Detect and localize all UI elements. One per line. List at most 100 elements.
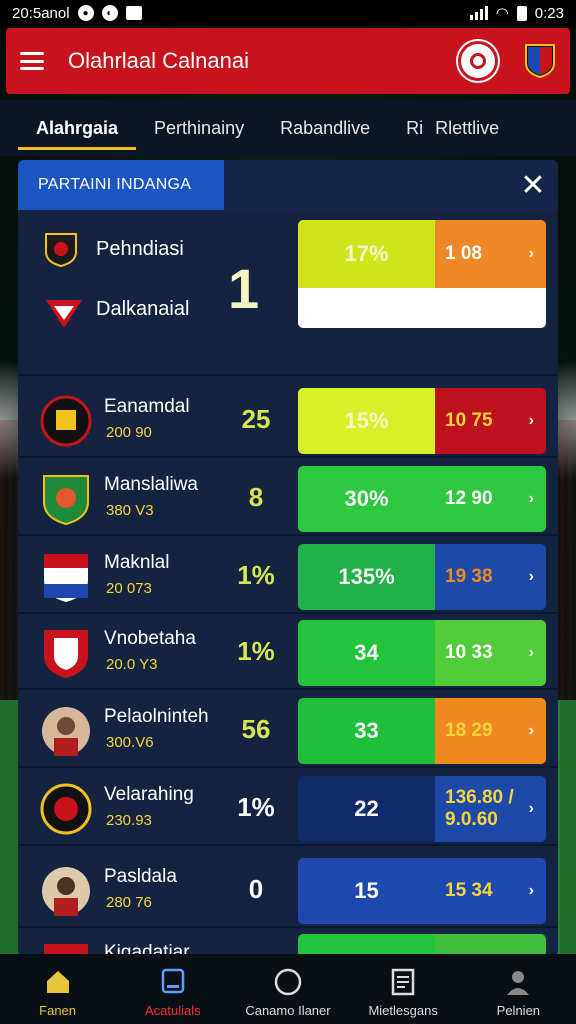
player-avatar (42, 707, 90, 756)
nav-label-chat: Acatulials (144, 1003, 201, 1018)
stat-bar[interactable]: 135% 19 38 › (298, 544, 546, 610)
row-right-value: 10 75 (445, 410, 493, 431)
chevron-right-icon[interactable]: › (529, 490, 534, 508)
club-crest-icon[interactable] (458, 41, 498, 81)
stat-bar[interactable]: 15% 10 75 › (298, 388, 546, 454)
row-right-value: 136.80 / 9.0.60 (445, 787, 514, 830)
shield-crest-icon (40, 395, 92, 447)
nav-item-profile[interactable]: Pelnien (463, 967, 573, 1018)
red-blue-crest-icon (44, 554, 88, 602)
team-stat: 20.0 Y3 (106, 656, 158, 673)
message-icon (125, 6, 142, 20)
stat-bar[interactable]: 33 14 30 › (298, 934, 546, 956)
bottom-nav: Fanen Acatulials Canamo Ilaner Mietlesga… (0, 954, 576, 1024)
table-row[interactable]: Eanamdal 200 90 25 15% 10 75 › (18, 382, 558, 458)
featured-bar-footer (298, 288, 546, 328)
chevron-right-icon[interactable]: › (529, 568, 534, 586)
table-row[interactable]: Kigadatiar 130.93 71 33 14 30 › (18, 928, 558, 956)
player-avatar (42, 867, 90, 916)
chevron-right-icon[interactable]: › (529, 722, 534, 740)
nav-item-home[interactable]: Fanen (3, 967, 113, 1018)
team-stat: 380 V3 (106, 502, 154, 519)
wifi-icon: ◠ (495, 5, 509, 22)
team-name: Eanamdal (104, 396, 190, 417)
row-left-value: 34 (298, 620, 435, 686)
row-left-value: 30% (298, 466, 435, 532)
chat-icon (161, 968, 185, 994)
eagle-crest-icon (44, 630, 88, 678)
app-bar: Olahrlaal Calnanai (6, 28, 570, 94)
featured-left-value: 17% (298, 220, 435, 288)
row-right-value: 18 29 (445, 720, 493, 741)
chevron-right-icon[interactable]: › (529, 412, 534, 430)
panel-title: PARTAINI INDANGA (18, 160, 224, 210)
team-points: 1% (237, 560, 275, 590)
table-row[interactable]: Manslaliwa 380 V3 8 30% 12 90 › (18, 460, 558, 536)
menu-icon[interactable] (20, 52, 44, 70)
nav-item-chat[interactable]: Acatulials (118, 967, 228, 1018)
table-row[interactable]: Vnobetaha 20.0 Y3 1% 34 10 33 › (18, 614, 558, 690)
circle-icon (274, 968, 302, 996)
stat-bar[interactable]: 15 15 34 › (298, 858, 546, 924)
nav-label-documents: Mietlesgans (368, 1003, 438, 1018)
tab-ri[interactable]: Ri (388, 100, 427, 156)
gold-crest-icon (40, 783, 92, 835)
nav-item-circle[interactable]: Canamo Ilaner (233, 967, 343, 1018)
chevron-right-icon[interactable]: › (529, 882, 534, 900)
team-name: Manslaliwa (104, 474, 198, 495)
row-left-value: 15% (298, 388, 435, 454)
team-stat: 280 76 (106, 894, 152, 911)
team-points: 8 (248, 482, 264, 512)
team-a-crest-icon (45, 233, 77, 268)
team-shield-icon[interactable] (524, 43, 556, 79)
team-points: 56 (241, 714, 271, 744)
table-row[interactable]: Velarahing 230.93 1% 22 136.80 / 9.0.60 … (18, 770, 558, 846)
team-b-name: Dalkanaial (96, 298, 190, 320)
stat-bar[interactable]: 33 18 29 › (298, 698, 546, 764)
tab-perthinainy[interactable]: Perthinainy (136, 100, 262, 156)
status-bar: 20:5anol ● ◐ ◠ 0:23 (0, 0, 576, 26)
row-left-value: 22 (298, 776, 435, 842)
row-left-value: 33 (298, 934, 435, 956)
tab-alahrgaia[interactable]: Alahrgaia (18, 100, 137, 156)
table-row[interactable]: Pasldala 280 76 0 15 15 34 › (18, 852, 558, 928)
chevron-right-icon[interactable]: › (529, 800, 534, 818)
nav-item-documents[interactable]: Mietlesgans (348, 967, 458, 1018)
status-clock: 0:23 (534, 4, 564, 22)
table-row[interactable]: Pelaolninteh 300.V6 56 33 18 29 › (18, 692, 558, 768)
row-right-value: 12 90 (445, 488, 493, 509)
featured-score: 1 (228, 257, 260, 320)
stat-bar[interactable]: 22 136.80 / 9.0.60 › (298, 776, 546, 842)
tab-rlettlive[interactable]: Rlettlive (427, 100, 517, 156)
table-row[interactable]: Maknlal 20 073 1% 135% 19 38 › (18, 538, 558, 614)
team-name: Pelaolninteh (104, 706, 209, 727)
featured-right-value: 1 08 (445, 243, 482, 264)
chevron-right-icon[interactable]: › (529, 245, 534, 263)
app-title: Olahrlaal Calnanai (68, 48, 249, 73)
home-icon (46, 971, 69, 993)
document-icon (391, 968, 415, 996)
team-name: Maknlal (104, 552, 170, 573)
team-b-crest-icon (46, 300, 82, 328)
chevron-right-icon[interactable]: › (529, 644, 534, 662)
stat-bar[interactable]: 30% 12 90 › (298, 466, 546, 532)
notification-icon: ● (77, 5, 94, 21)
nav-label-home: Fanen (39, 1003, 77, 1018)
green-crest-icon (43, 475, 89, 526)
close-icon[interactable]: ✕ (508, 160, 558, 210)
team-name: Vnobetaha (104, 628, 196, 649)
stat-bar[interactable]: 34 10 33 › (298, 620, 546, 686)
tab-bar: Alahrgaia Perthinainy Rabandlive Ri Rlet… (0, 100, 576, 156)
row-left-value: 33 (298, 698, 435, 764)
status-time: 20:5anol (12, 4, 70, 22)
featured-stat-bar[interactable]: 17% 1 08 › (298, 220, 546, 328)
profile-icon (507, 971, 530, 995)
featured-match-row[interactable]: Pehndiasi Dalkanaial 1 17% 1 08 › (18, 216, 558, 376)
tab-rabandlive[interactable]: Rabandlive (262, 100, 388, 156)
signal-icon (469, 6, 488, 20)
app-notification-icon: ◐ (101, 5, 118, 21)
row-right-value: 15 34 (445, 880, 493, 901)
row-right-value: 10 33 (445, 642, 493, 663)
team-stat: 20 073 (106, 580, 152, 597)
team-stat: 300.V6 (106, 734, 154, 751)
